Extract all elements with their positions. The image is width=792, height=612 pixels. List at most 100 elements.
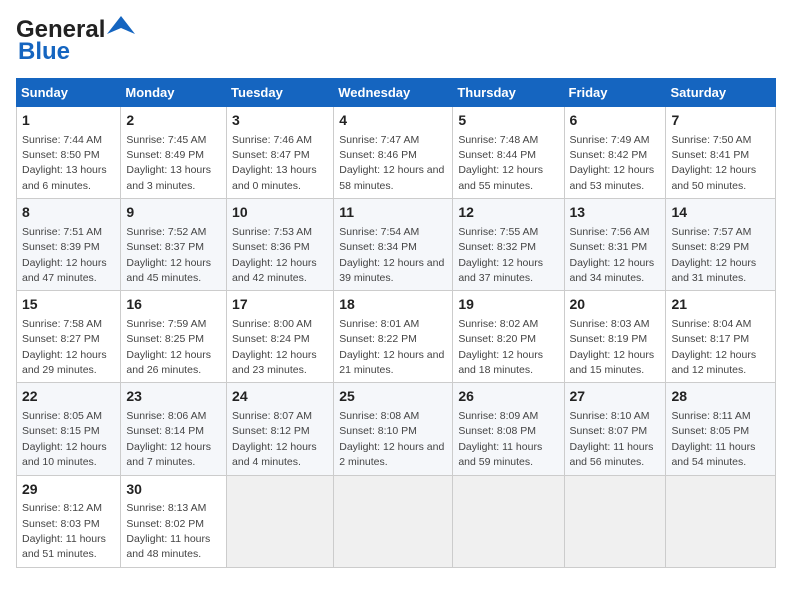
daylight-text: Daylight: 11 hours and 56 minutes. — [570, 441, 654, 468]
sunrise-text: Sunrise: 7:54 AM — [339, 226, 419, 238]
sunset-text: Sunset: 8:14 PM — [126, 425, 204, 437]
day-header-wednesday: Wednesday — [334, 79, 453, 107]
day-number: 19 — [458, 295, 558, 315]
sunset-text: Sunset: 8:03 PM — [22, 518, 100, 530]
sunrise-text: Sunrise: 7:57 AM — [671, 226, 751, 238]
daylight-text: Daylight: 12 hours and 12 minutes. — [671, 349, 756, 376]
daylight-text: Daylight: 12 hours and 50 minutes. — [671, 164, 756, 191]
day-number: 25 — [339, 387, 447, 407]
calendar-cell — [334, 475, 453, 567]
daylight-text: Daylight: 11 hours and 51 minutes. — [22, 533, 106, 560]
calendar-cell: 18 Sunrise: 8:01 AM Sunset: 8:22 PM Dayl… — [334, 291, 453, 383]
day-number: 8 — [22, 203, 115, 223]
header: General Blue — [16, 16, 776, 66]
sunrise-text: Sunrise: 8:06 AM — [126, 410, 206, 422]
sunrise-text: Sunrise: 7:59 AM — [126, 318, 206, 330]
sunrise-text: Sunrise: 7:47 AM — [339, 134, 419, 146]
sunrise-text: Sunrise: 8:10 AM — [570, 410, 650, 422]
daylight-text: Daylight: 13 hours and 3 minutes. — [126, 164, 211, 191]
week-row-1: 1 Sunrise: 7:44 AM Sunset: 8:50 PM Dayli… — [17, 107, 776, 199]
day-number: 27 — [570, 387, 661, 407]
daylight-text: Daylight: 12 hours and 26 minutes. — [126, 349, 211, 376]
sunrise-text: Sunrise: 8:13 AM — [126, 502, 206, 514]
calendar-cell: 6 Sunrise: 7:49 AM Sunset: 8:42 PM Dayli… — [564, 107, 666, 199]
sunrise-text: Sunrise: 7:51 AM — [22, 226, 102, 238]
sunset-text: Sunset: 8:08 PM — [458, 425, 536, 437]
sunrise-text: Sunrise: 8:11 AM — [671, 410, 750, 422]
day-number: 15 — [22, 295, 115, 315]
daylight-text: Daylight: 12 hours and 29 minutes. — [22, 349, 107, 376]
day-number: 12 — [458, 203, 558, 223]
sunset-text: Sunset: 8:12 PM — [232, 425, 310, 437]
calendar-cell — [453, 475, 564, 567]
day-number: 21 — [671, 295, 770, 315]
day-number: 17 — [232, 295, 328, 315]
sunset-text: Sunset: 8:39 PM — [22, 241, 100, 253]
sunrise-text: Sunrise: 7:52 AM — [126, 226, 206, 238]
daylight-text: Daylight: 12 hours and 15 minutes. — [570, 349, 655, 376]
sunrise-text: Sunrise: 7:48 AM — [458, 134, 538, 146]
calendar-cell: 4 Sunrise: 7:47 AM Sunset: 8:46 PM Dayli… — [334, 107, 453, 199]
day-number: 2 — [126, 111, 221, 131]
day-header-thursday: Thursday — [453, 79, 564, 107]
sunset-text: Sunset: 8:24 PM — [232, 333, 310, 345]
sunrise-text: Sunrise: 8:01 AM — [339, 318, 419, 330]
day-number: 3 — [232, 111, 328, 131]
day-number: 9 — [126, 203, 221, 223]
day-number: 23 — [126, 387, 221, 407]
calendar-cell: 7 Sunrise: 7:50 AM Sunset: 8:41 PM Dayli… — [666, 107, 776, 199]
calendar-cell: 27 Sunrise: 8:10 AM Sunset: 8:07 PM Dayl… — [564, 383, 666, 475]
day-header-tuesday: Tuesday — [227, 79, 334, 107]
calendar-cell: 20 Sunrise: 8:03 AM Sunset: 8:19 PM Dayl… — [564, 291, 666, 383]
calendar-cell: 30 Sunrise: 8:13 AM Sunset: 8:02 PM Dayl… — [121, 475, 227, 567]
sunset-text: Sunset: 8:19 PM — [570, 333, 648, 345]
calendar-cell: 14 Sunrise: 7:57 AM Sunset: 8:29 PM Dayl… — [666, 199, 776, 291]
sunset-text: Sunset: 8:46 PM — [339, 149, 417, 161]
sunrise-text: Sunrise: 8:03 AM — [570, 318, 650, 330]
day-number: 30 — [126, 480, 221, 500]
calendar-cell: 26 Sunrise: 8:09 AM Sunset: 8:08 PM Dayl… — [453, 383, 564, 475]
week-row-4: 22 Sunrise: 8:05 AM Sunset: 8:15 PM Dayl… — [17, 383, 776, 475]
calendar-cell: 19 Sunrise: 8:02 AM Sunset: 8:20 PM Dayl… — [453, 291, 564, 383]
sunset-text: Sunset: 8:50 PM — [22, 149, 100, 161]
day-number: 26 — [458, 387, 558, 407]
daylight-text: Daylight: 12 hours and 55 minutes. — [458, 164, 543, 191]
daylight-text: Daylight: 12 hours and 45 minutes. — [126, 257, 211, 284]
day-number: 5 — [458, 111, 558, 131]
sunset-text: Sunset: 8:44 PM — [458, 149, 536, 161]
day-number: 18 — [339, 295, 447, 315]
sunrise-text: Sunrise: 7:50 AM — [671, 134, 751, 146]
sunset-text: Sunset: 8:36 PM — [232, 241, 310, 253]
sunrise-text: Sunrise: 8:09 AM — [458, 410, 538, 422]
calendar-cell — [666, 475, 776, 567]
daylight-text: Daylight: 12 hours and 18 minutes. — [458, 349, 543, 376]
calendar-cell: 22 Sunrise: 8:05 AM Sunset: 8:15 PM Dayl… — [17, 383, 121, 475]
sunset-text: Sunset: 8:31 PM — [570, 241, 648, 253]
day-number: 28 — [671, 387, 770, 407]
sunset-text: Sunset: 8:41 PM — [671, 149, 749, 161]
daylight-text: Daylight: 11 hours and 54 minutes. — [671, 441, 755, 468]
day-number: 7 — [671, 111, 770, 131]
daylight-text: Daylight: 12 hours and 37 minutes. — [458, 257, 543, 284]
calendar-cell — [564, 475, 666, 567]
calendar-cell: 2 Sunrise: 7:45 AM Sunset: 8:49 PM Dayli… — [121, 107, 227, 199]
daylight-text: Daylight: 13 hours and 6 minutes. — [22, 164, 107, 191]
sunset-text: Sunset: 8:10 PM — [339, 425, 417, 437]
sunrise-text: Sunrise: 7:44 AM — [22, 134, 102, 146]
day-header-saturday: Saturday — [666, 79, 776, 107]
daylight-text: Daylight: 11 hours and 48 minutes. — [126, 533, 210, 560]
daylight-text: Daylight: 12 hours and 4 minutes. — [232, 441, 317, 468]
daylight-text: Daylight: 12 hours and 7 minutes. — [126, 441, 211, 468]
sunset-text: Sunset: 8:27 PM — [22, 333, 100, 345]
calendar-cell: 13 Sunrise: 7:56 AM Sunset: 8:31 PM Dayl… — [564, 199, 666, 291]
calendar-cell: 11 Sunrise: 7:54 AM Sunset: 8:34 PM Dayl… — [334, 199, 453, 291]
calendar-cell: 1 Sunrise: 7:44 AM Sunset: 8:50 PM Dayli… — [17, 107, 121, 199]
day-header-monday: Monday — [121, 79, 227, 107]
sunset-text: Sunset: 8:32 PM — [458, 241, 536, 253]
sunset-text: Sunset: 8:47 PM — [232, 149, 310, 161]
header-row: SundayMondayTuesdayWednesdayThursdayFrid… — [17, 79, 776, 107]
day-number: 4 — [339, 111, 447, 131]
day-number: 6 — [570, 111, 661, 131]
calendar-table: SundayMondayTuesdayWednesdayThursdayFrid… — [16, 78, 776, 568]
daylight-text: Daylight: 12 hours and 42 minutes. — [232, 257, 317, 284]
